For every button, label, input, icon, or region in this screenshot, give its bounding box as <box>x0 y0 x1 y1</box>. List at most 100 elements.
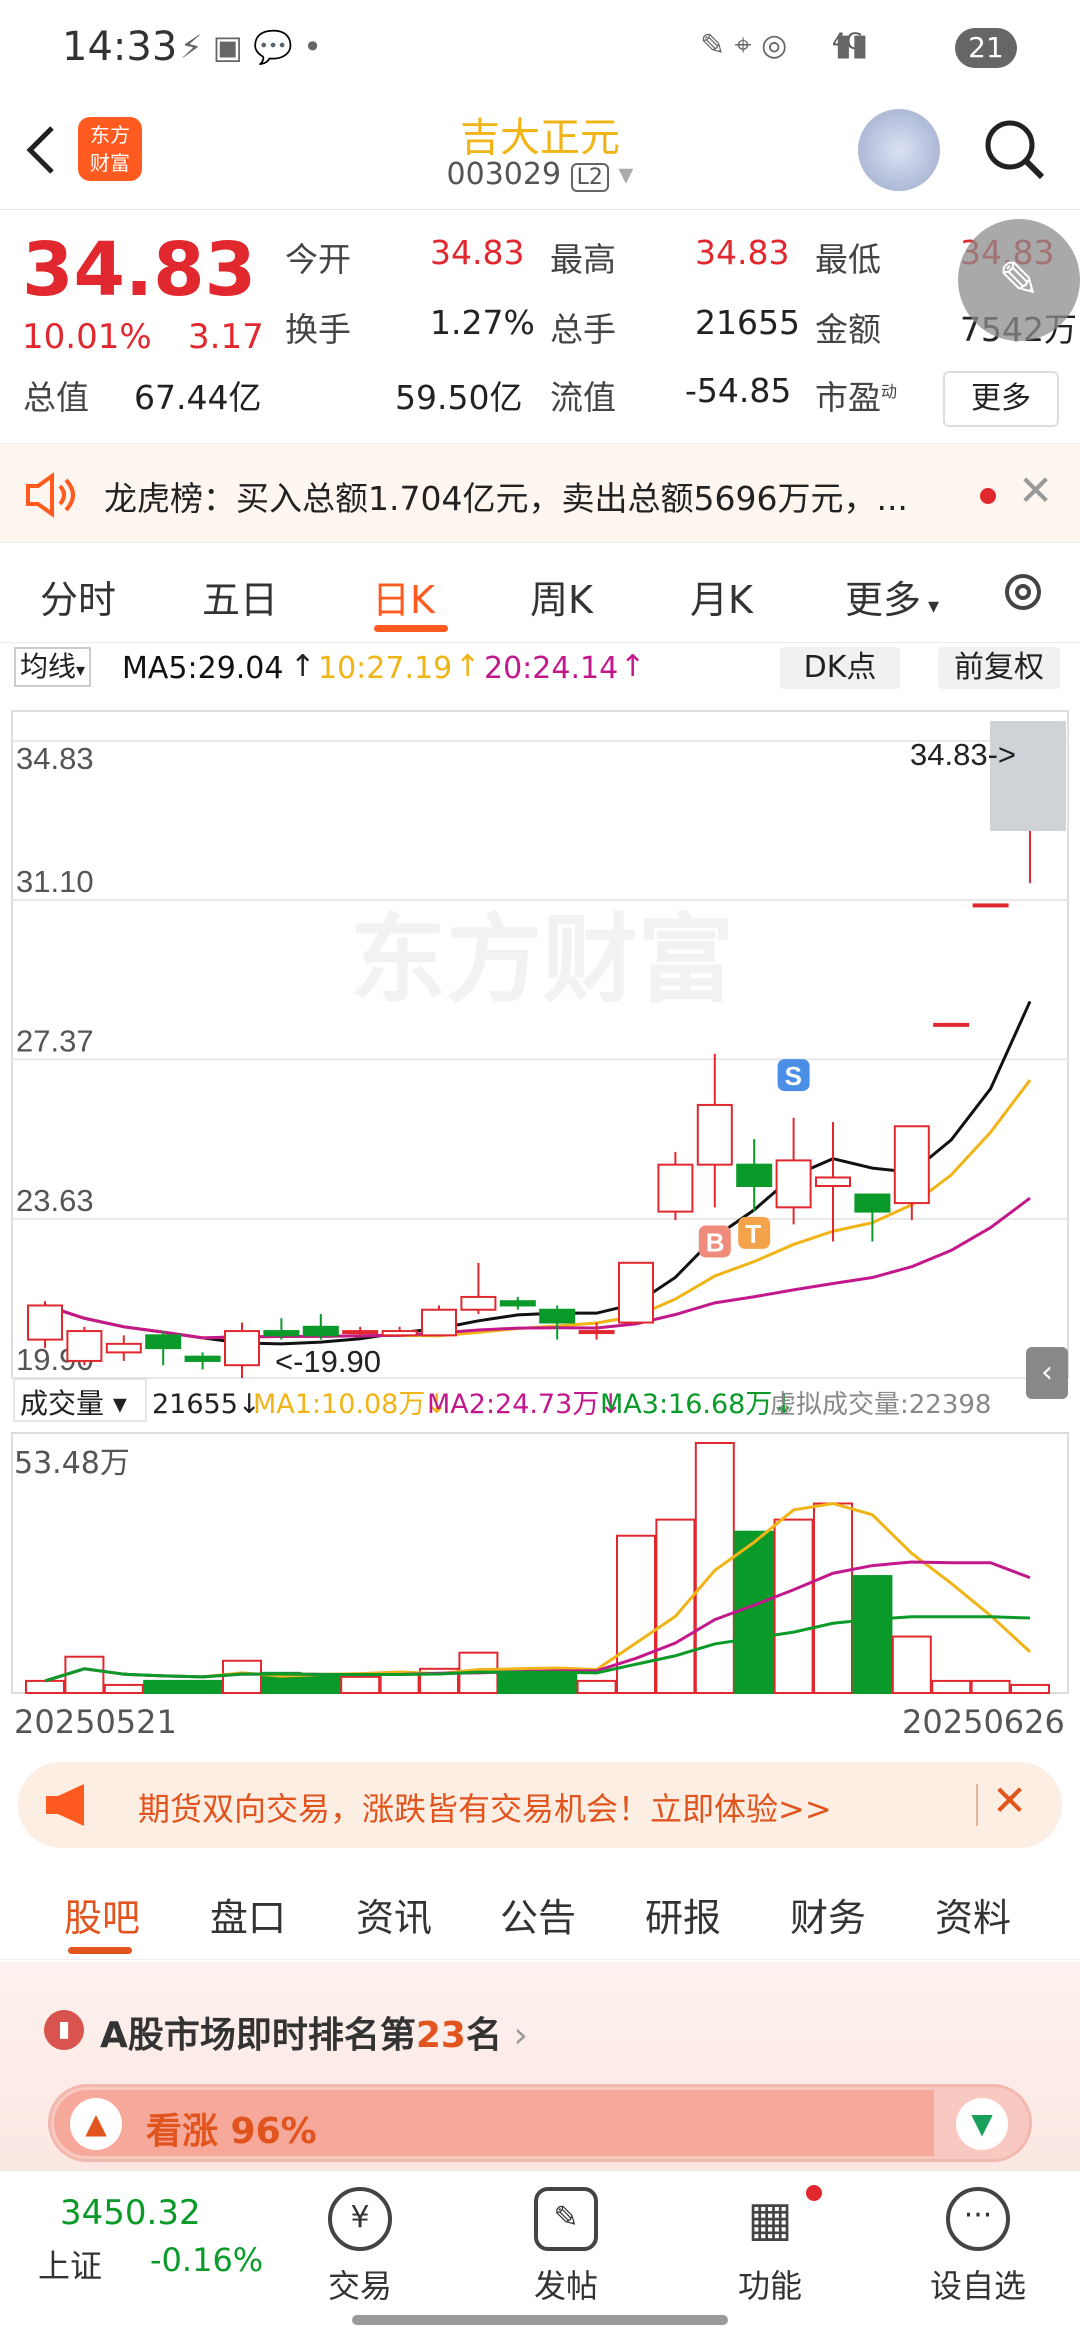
candle-body <box>618 1261 654 1324</box>
dragon-tiger-notice[interactable]: 龙虎榜：买入总额1.704亿元，卖出总额5696万元，... ✕ <box>0 443 1080 543</box>
candle-body <box>381 1330 418 1337</box>
robot-assistant-icon[interactable] <box>858 109 940 191</box>
notice-text: 龙虎榜：买入总额1.704亿元，卖出总额5696万元，... <box>104 479 908 518</box>
price-plot-frame <box>11 710 1069 1379</box>
nav-watchlist[interactable]: ··· 设自选 <box>908 2181 1048 2307</box>
arrow-up-icon: ↑ <box>290 649 316 684</box>
close-icon[interactable]: ✕ <box>1018 466 1053 515</box>
tab-pankou[interactable]: 盘口 <box>210 1887 286 1942</box>
trade-marker-label: T <box>745 1219 761 1249</box>
candle-body <box>263 1330 300 1337</box>
gear-icon[interactable] <box>998 567 1048 617</box>
nav-trade[interactable]: ¥ 交易 <box>290 2181 430 2307</box>
volume-bar <box>813 1502 853 1695</box>
tab-guba[interactable]: 股吧 <box>64 1887 140 1942</box>
kline-chart-svg[interactable]: 34.8331.1027.3723.6319.90东方财富34.83-><-19… <box>0 693 1080 1733</box>
candle-body <box>184 1355 221 1362</box>
quote-field-label: 总手 <box>550 310 616 349</box>
collapse-arrow-button[interactable]: ‹ <box>1026 1347 1068 1399</box>
candle-body <box>539 1308 576 1324</box>
tab-week-k[interactable]: 周K <box>530 569 593 624</box>
quote-field-label: 今开 <box>285 240 351 279</box>
volume-max-label: 53.48万 <box>14 1446 130 1481</box>
tab-research[interactable]: 研报 <box>645 1887 721 1942</box>
info-tabs: 股吧 盘口 资讯 公告 研报 财务 资料 <box>0 1865 1080 1960</box>
y-tick-label: 34.83 <box>16 741 94 776</box>
volume-bar <box>852 1575 893 1694</box>
tab-profile[interactable]: 资料 <box>935 1887 1011 1942</box>
tab-news[interactable]: 资讯 <box>356 1887 432 1942</box>
volume-bar <box>64 1655 105 1694</box>
search-icon[interactable] <box>980 115 1050 185</box>
close-icon[interactable]: ✕ <box>992 1776 1027 1825</box>
quote-field-label: 流值 <box>550 378 616 417</box>
unread-dot <box>980 488 996 504</box>
tab-finance[interactable]: 财务 <box>790 1887 866 1942</box>
nav-post[interactable]: ✎ 发帖 <box>496 2181 636 2307</box>
home-indicator <box>352 2315 728 2325</box>
index-name: 上证 <box>38 2247 103 2285</box>
tab-minute[interactable]: 分时 <box>40 569 116 624</box>
edit-floating-button[interactable]: ✎ <box>958 219 1080 341</box>
tab-month-k[interactable]: 月K <box>690 569 753 624</box>
quote-field-label: 市盈动 <box>815 378 898 417</box>
quote-field-label: 最高 <box>550 240 616 279</box>
adjust-button[interactable]: 前复权 <box>938 647 1060 689</box>
volume-bar <box>734 1530 775 1694</box>
y-tick-label: 31.10 <box>16 864 94 899</box>
kline-chart-area[interactable]: 均线▾ MA5:29.04 ↑ 10:27.19 ↑ 20:24.14 ↑ DK点 前… <box>0 643 1080 1733</box>
candle-body <box>421 1308 457 1337</box>
nav-function[interactable]: ▦ 功能 <box>700 2181 840 2307</box>
volume-bar <box>497 1671 538 1694</box>
index-change: -0.16% <box>150 2241 264 2279</box>
tab-five-day[interactable]: 五日 <box>202 569 278 624</box>
quote-field-label: 换手 <box>285 310 351 349</box>
more-circle-icon: ··· <box>946 2187 1010 2251</box>
more-button[interactable]: 更多 <box>943 371 1059 427</box>
app-notification-icons: ⚡ ▣ 💬 • <box>180 28 322 66</box>
volume-selector-label: 成交量 ▾ <box>20 1387 127 1420</box>
index-value[interactable]: 3450.32 <box>60 2193 201 2233</box>
trade-marker-label: B <box>706 1227 725 1257</box>
volume-ma2: MA2:24.73万↓ <box>427 1389 622 1420</box>
megaphone-icon <box>46 1784 84 1826</box>
arrow-down-button[interactable]: ▼ <box>956 2098 1008 2150</box>
signal-icons: ✎ ⌖ ◎ ▮▮ <box>700 28 868 63</box>
caret-down-icon: ▾ <box>921 594 940 619</box>
volume-bar <box>222 1659 262 1695</box>
volume-bar <box>103 1683 144 1695</box>
ma20-value: 20:24.14 <box>484 651 619 686</box>
tab-day-k[interactable]: 日K <box>372 569 435 624</box>
stock-code: 003029 <box>446 157 562 192</box>
sentiment-label: 看涨 96% <box>146 2111 317 2152</box>
volume-bar <box>340 1675 381 1695</box>
tab-more[interactable]: 更多 ▾ <box>845 569 939 624</box>
date-start-label: 20250521 <box>14 1703 177 1733</box>
tab-more-label: 更多 <box>845 578 922 622</box>
volume-bar <box>655 1518 696 1695</box>
arrow-up-button[interactable]: ▲ <box>70 2098 122 2150</box>
volume-bar <box>576 1679 617 1694</box>
active-tab-underline <box>374 625 448 632</box>
nav-function-label: 功能 <box>737 2267 802 2305</box>
rank-text[interactable]: A股市场即时排名第23名 › <box>100 2006 528 2058</box>
futures-promo-banner[interactable]: 期货双向交易，涨跌皆有交易机会！立即体验>> ✕ <box>18 1762 1062 1848</box>
ma-selector[interactable]: 均线▾ <box>14 647 92 687</box>
quote-field-label: 金额 <box>815 310 881 349</box>
arrow-up-icon: ↑ <box>620 649 646 684</box>
candle-body <box>499 1300 536 1307</box>
candle-body <box>302 1325 339 1337</box>
dk-point-button[interactable]: DK点 <box>780 647 900 689</box>
grid-icon: ▦ <box>747 2191 793 2247</box>
tab-announcement[interactable]: 公告 <box>500 1887 576 1942</box>
change-amount: 3.17 <box>188 317 264 357</box>
candle-body <box>105 1342 142 1354</box>
promo-text: 期货双向交易，涨跌皆有交易机会！立即体验>> <box>138 1790 832 1828</box>
y-tick-label: 23.63 <box>16 1183 94 1218</box>
ma-selector-label: 均线 <box>20 650 77 683</box>
volume-bar <box>1010 1683 1050 1695</box>
candle-body <box>696 1103 733 1166</box>
kline-period-tabs: 分时 五日 日K 周K 月K 更多 ▾ <box>0 543 1080 643</box>
last-price-tag: 34.83-> <box>910 737 1016 772</box>
candle-body <box>66 1330 103 1362</box>
